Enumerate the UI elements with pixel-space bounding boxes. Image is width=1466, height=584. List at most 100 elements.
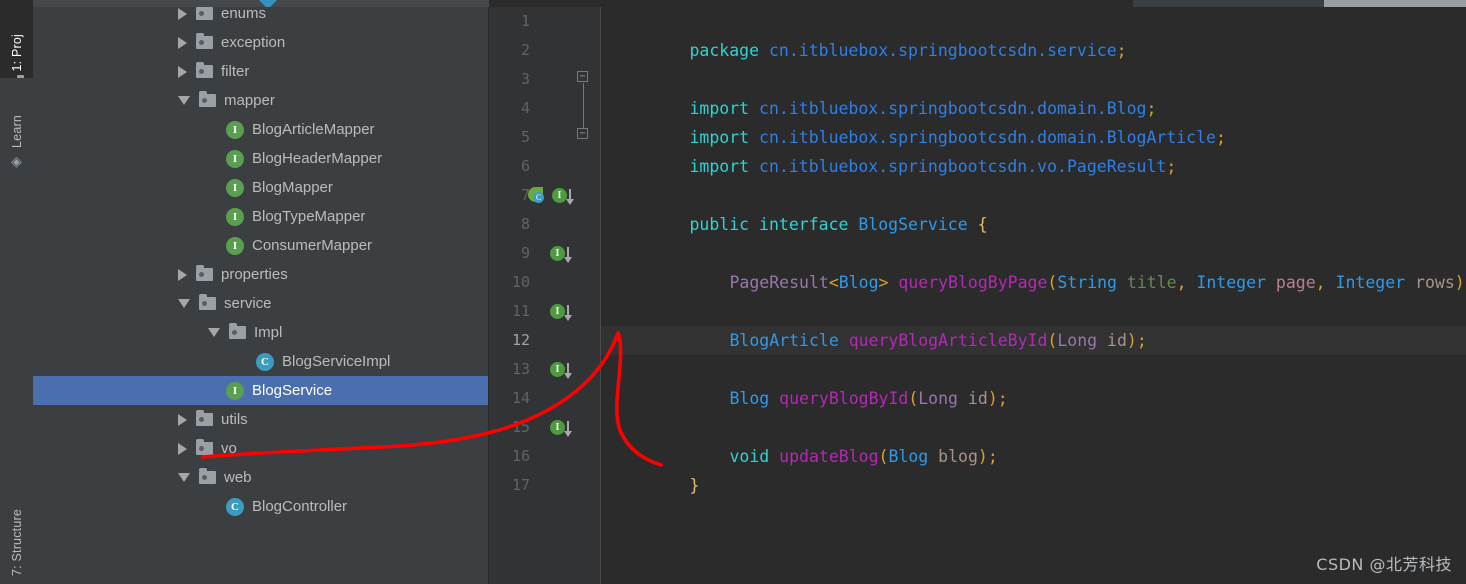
- project-tree-panel[interactable]: enums exception filter mapper I BlogArticleMa…: [33, 7, 489, 584]
- csdn-watermark: CSDN @北芳科技: [1316, 555, 1452, 574]
- editor-gutter[interactable]: 1 2 3 4 5 6 7 C I 8 9 I 10 11 I 12 13 I 14 15 I 16 17 − −: [489, 7, 600, 584]
- code-token-semicolon: ;: [1136, 331, 1147, 350]
- line-number-6[interactable]: 6: [496, 152, 530, 181]
- sidebar-item-structure[interactable]: 7: Structure: [0, 430, 33, 582]
- code-text-area[interactable]: package cn.itbluebox.springbootcsdn.serv…: [601, 7, 1466, 584]
- tree-item-blogheadermapper[interactable]: I BlogHeaderMapper: [33, 144, 489, 173]
- implemented-interface-icon[interactable]: I: [550, 246, 565, 261]
- line-number-16[interactable]: 16: [496, 442, 530, 471]
- implemented-interface-icon[interactable]: I: [552, 188, 567, 203]
- line-number-4[interactable]: 4: [496, 94, 530, 123]
- code-token-param: title: [1116, 273, 1177, 292]
- code-line-5: import cn.itbluebox.springbootcsdn.vo.Pa…: [610, 123, 1176, 176]
- tree-item-blogserviceimpl[interactable]: C BlogServiceImpl: [33, 347, 489, 376]
- implemented-interface-icon[interactable]: I: [550, 420, 565, 435]
- sidebar-item-learn[interactable]: ◈ Learn: [0, 86, 33, 168]
- code-token-param: id: [1097, 331, 1127, 350]
- code-token-paren: (: [1047, 273, 1058, 292]
- tree-item-exception[interactable]: exception: [33, 28, 489, 57]
- tree-item-blogtypemapper[interactable]: I BlogTypeMapper: [33, 202, 489, 231]
- line-number-1[interactable]: 1: [496, 7, 530, 36]
- code-line-4: import cn.itbluebox.springbootcsdn.domai…: [610, 94, 1225, 147]
- implemented-interface-icon[interactable]: I: [550, 304, 565, 319]
- tree-item-label: properties: [221, 266, 288, 283]
- code-editor[interactable]: 1 2 3 4 5 6 7 C I 8 9 I 10 11 I 12 13 I 14 15 I 16 17 − − pack…: [489, 7, 1466, 584]
- line-number-12[interactable]: 12: [496, 326, 530, 355]
- line-number-5[interactable]: 5: [496, 123, 530, 152]
- chevron-down-icon[interactable]: [178, 473, 190, 482]
- folder-icon: [196, 7, 213, 20]
- chevron-right-icon[interactable]: [178, 268, 187, 281]
- chevron-right-icon[interactable]: [178, 7, 187, 20]
- tree-no-arrow: [208, 390, 217, 391]
- fold-collapse-icon[interactable]: −: [577, 71, 588, 82]
- folder-icon: [196, 33, 213, 49]
- line-number-2[interactable]: 2: [496, 36, 530, 65]
- tree-item-web[interactable]: web: [33, 463, 489, 492]
- tree-item-mapper[interactable]: mapper: [33, 86, 489, 115]
- code-token-paren: ): [977, 447, 988, 466]
- folder-icon: [196, 265, 213, 281]
- tree-item-vo[interactable]: vo: [33, 434, 489, 463]
- folder-icon: [199, 91, 216, 107]
- chevron-down-icon[interactable]: [178, 96, 190, 105]
- code-token-method: queryBlogByPage: [888, 273, 1048, 292]
- tree-item-utils[interactable]: utils: [33, 405, 489, 434]
- spring-bean-icon[interactable]: C: [528, 187, 547, 204]
- folder-icon: [196, 439, 213, 455]
- code-token-type: Blog: [729, 389, 770, 408]
- tree-item-label: enums: [221, 7, 267, 22]
- chevron-down-icon[interactable]: [178, 299, 190, 308]
- line-number-14[interactable]: 14: [496, 384, 530, 413]
- tree-item-blogmapper[interactable]: I BlogMapper: [33, 173, 489, 202]
- code-token-comma: ,: [1176, 273, 1197, 292]
- tree-item-label: service: [224, 295, 272, 312]
- tree-item-label: ConsumerMapper: [252, 237, 373, 254]
- fold-collapse-end-icon[interactable]: −: [577, 128, 588, 139]
- folder-icon: [196, 410, 213, 426]
- tree-item-label: BlogHeaderMapper: [252, 150, 383, 167]
- gutter-marks-line-13[interactable]: I: [550, 355, 572, 384]
- line-number-17[interactable]: 17: [496, 471, 530, 500]
- chevron-down-icon[interactable]: [208, 328, 220, 337]
- ide-window: 1: Proj ◈ Learn 7: Structure enums except…: [0, 0, 1466, 584]
- tree-item-service[interactable]: service: [33, 289, 489, 318]
- tool-window-label-project: 1: Proj: [9, 34, 24, 72]
- tree-item-properties[interactable]: properties: [33, 260, 489, 289]
- chevron-right-icon[interactable]: [178, 413, 187, 426]
- chevron-right-icon[interactable]: [178, 65, 187, 78]
- line-number-9[interactable]: 9: [496, 239, 530, 268]
- code-line-13: Blog queryBlogById(Long id);: [650, 355, 1007, 408]
- code-token-generic-open: <: [828, 273, 839, 292]
- tool-window-bar-left: 1: Proj ◈ Learn 7: Structure: [0, 0, 33, 584]
- gutter-marks-line-7[interactable]: CI: [528, 181, 574, 210]
- code-token-paren: (: [878, 447, 889, 466]
- tree-item-impl[interactable]: Impl: [33, 318, 489, 347]
- line-number-8[interactable]: 8: [496, 210, 530, 239]
- implemented-interface-icon[interactable]: I: [550, 362, 565, 377]
- tree-item-blogarticlemapper[interactable]: I BlogArticleMapper: [33, 115, 489, 144]
- top-scrollbar-thumb[interactable]: [1324, 0, 1466, 7]
- code-token-paren: (: [908, 389, 919, 408]
- tree-item-enums[interactable]: enums: [33, 7, 489, 28]
- line-number-10[interactable]: 10: [496, 268, 530, 297]
- gutter-marks-line-11[interactable]: I: [550, 297, 572, 326]
- tree-item-filter[interactable]: filter: [33, 57, 489, 86]
- sidebar-item-project[interactable]: 1: Proj: [0, 0, 33, 78]
- line-number-13[interactable]: 13: [496, 355, 530, 384]
- tree-item-consumermapper[interactable]: I ConsumerMapper: [33, 231, 489, 260]
- gutter-marks-line-9[interactable]: I: [550, 239, 572, 268]
- interface-icon: I: [226, 178, 244, 197]
- line-number-7[interactable]: 7: [496, 181, 530, 210]
- gutter-marks-line-15[interactable]: I: [550, 413, 572, 442]
- line-number-11[interactable]: 11: [496, 297, 530, 326]
- tree-no-arrow: [208, 158, 217, 159]
- line-number-3[interactable]: 3: [496, 65, 530, 94]
- chevron-right-icon[interactable]: [178, 442, 187, 455]
- tree-item-blogservice[interactable]: I BlogService: [33, 376, 489, 405]
- tree-item-blogcontroller[interactable]: C BlogController: [33, 492, 489, 521]
- graduation-cap-icon: ◈: [11, 153, 22, 169]
- tree-item-label: utils: [221, 411, 248, 428]
- chevron-right-icon[interactable]: [178, 36, 187, 49]
- line-number-15[interactable]: 15: [496, 413, 530, 442]
